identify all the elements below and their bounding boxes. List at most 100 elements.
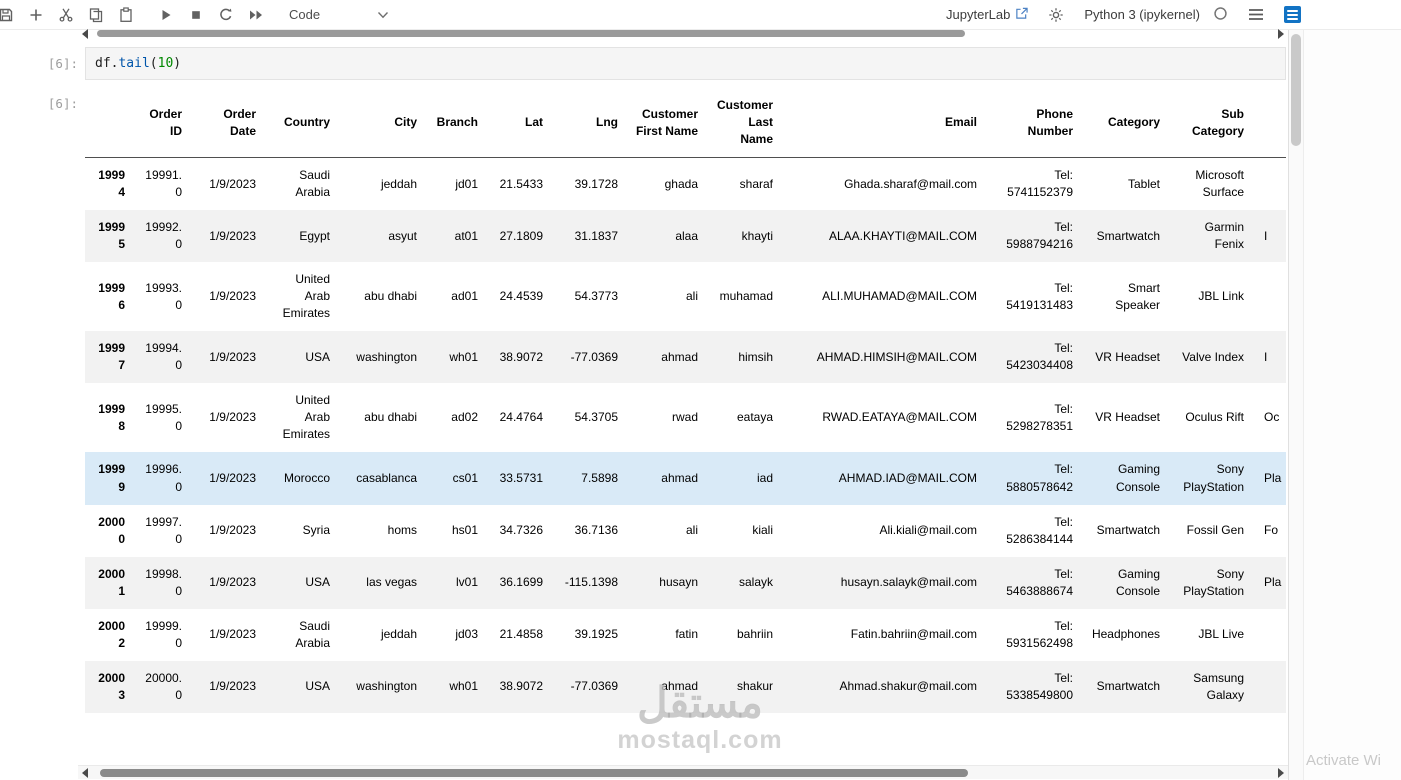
table-cell: Tablet xyxy=(1127,176,1160,191)
code-line: df.tail(10) xyxy=(95,56,181,71)
table-cell: rwad xyxy=(671,410,698,425)
code-token-method: tail xyxy=(118,56,150,71)
column-header: Sub Category xyxy=(1168,88,1252,159)
column-header: Branch xyxy=(425,88,486,159)
vertical-scrollbar[interactable] xyxy=(1289,30,1303,780)
table-cell: Tel: 5741152379 xyxy=(1007,168,1073,200)
cell-type-dropdown[interactable]: Code xyxy=(289,7,389,22)
table-cell: 19995.0 xyxy=(145,401,182,433)
table-cell: alaa xyxy=(675,228,698,243)
table-cell: Tel: 5286384144 xyxy=(1006,514,1073,546)
table-cell: 19996.0 xyxy=(145,462,182,494)
table-cell: Samsung Galaxy xyxy=(1193,670,1244,702)
table-cell: VR Headset xyxy=(1095,410,1160,425)
table-cell: Gaming Console xyxy=(1115,566,1160,598)
code-token-paren: ( xyxy=(149,56,158,71)
plus-icon xyxy=(29,8,43,22)
table-cell: Headphones xyxy=(1091,627,1160,642)
table-cell: muhamad xyxy=(719,289,773,304)
table-cell: ad01 xyxy=(451,289,478,304)
kernel-status-icon[interactable] xyxy=(1213,6,1228,24)
table-cell: ali xyxy=(685,523,698,538)
table-cell: Tel: 5298278351 xyxy=(1006,401,1073,433)
table-row: 19998 19995.0 1/9/2023 United Arab Emirates… xyxy=(85,383,1286,452)
command-palette-list-button[interactable] xyxy=(1241,2,1271,28)
scroll-right-arrow[interactable] xyxy=(1278,768,1284,778)
table-cell: washington xyxy=(356,349,417,364)
table-cell: khayti xyxy=(741,228,773,243)
table-cell: abu dhabi xyxy=(364,289,417,304)
table-cell: Garmin Fenix xyxy=(1204,220,1244,252)
table-cell: ahmad xyxy=(661,349,698,364)
table-cell: Tel: 5463888674 xyxy=(1006,566,1073,598)
settings-gear-button[interactable] xyxy=(1041,2,1071,28)
code-cell-input[interactable]: df.tail(10) xyxy=(85,47,1286,80)
run-icon xyxy=(159,8,173,22)
column-header: Phone Number xyxy=(985,88,1081,159)
table-row: 20000 19997.0 1/9/2023 Syria homs hs01 34.7326… xyxy=(85,505,1286,557)
table-cell xyxy=(1252,609,1286,661)
table-cell: 1/9/2023 xyxy=(209,349,256,364)
table-cell: 54.3705 xyxy=(574,410,618,425)
table-cell: ALI.MUHAMAD@MAIL.COM xyxy=(822,289,977,304)
table-cell: 1/9/2023 xyxy=(209,679,256,694)
restart-kernel-button[interactable] xyxy=(211,2,241,28)
table-cell: I xyxy=(1264,228,1268,243)
horizontal-scrollbar-bottom[interactable] xyxy=(78,765,1288,779)
table-cell: jd01 xyxy=(455,176,478,191)
scroll-right-arrow[interactable] xyxy=(1278,29,1284,39)
restart-run-all-button[interactable] xyxy=(241,2,271,28)
table-cell: wh01 xyxy=(449,679,478,694)
table-cell: United Arab Emirates xyxy=(282,393,330,442)
table-cell: salayk xyxy=(738,575,773,590)
table-cell: Valve Index xyxy=(1182,349,1244,364)
table-cell: -77.0369 xyxy=(570,349,618,364)
copy-icon xyxy=(88,7,104,23)
table-cell: bahriin xyxy=(736,627,773,642)
table-cell: ghada xyxy=(664,176,698,191)
table-cell: 1/9/2023 xyxy=(209,228,256,243)
cut-cells-button[interactable] xyxy=(51,2,81,28)
table-cell: 24.4539 xyxy=(499,289,543,304)
notebook-toc-icon[interactable] xyxy=(1284,6,1301,23)
hscrollbar-thumb-bottom[interactable] xyxy=(100,769,968,777)
vscrollbar-thumb[interactable] xyxy=(1291,34,1301,146)
code-token-object: df xyxy=(95,56,111,71)
table-cell: Fatin.bahriin@mail.com xyxy=(850,627,977,642)
table-cell: Morocco xyxy=(283,470,330,485)
kernel-name[interactable]: Python 3 (ipykernel) xyxy=(1084,7,1200,22)
save-button[interactable] xyxy=(0,2,21,28)
table-cell: husayn xyxy=(659,575,698,590)
row-index-cell: 20002 xyxy=(98,618,125,650)
table-row: 19999 19996.0 1/9/2023 Morocco casablanca cs0… xyxy=(85,452,1286,505)
table-cell: husayn.salayk@mail.com xyxy=(840,575,977,590)
code-token-number: 10 xyxy=(157,56,174,71)
code-token-paren: ) xyxy=(173,56,182,71)
table-cell: 31.1837 xyxy=(574,228,618,243)
table-cell: Tel: 5931562498 xyxy=(1006,618,1073,650)
table-cell: sharaf xyxy=(739,176,773,191)
table-cell: 1/9/2023 xyxy=(209,575,256,590)
table-cell: Oc xyxy=(1264,410,1280,425)
copy-cells-button[interactable] xyxy=(81,2,111,28)
stop-kernel-button[interactable] xyxy=(181,2,211,28)
scroll-left-arrow[interactable] xyxy=(82,768,88,778)
column-header xyxy=(85,88,133,159)
row-index-cell: 19999 xyxy=(98,462,125,494)
watermark-latin-text: mostaql.com xyxy=(617,726,783,755)
jupyterlab-link[interactable]: JupyterLab xyxy=(946,7,1029,23)
paste-icon xyxy=(118,6,134,23)
hscrollbar-thumb-top[interactable] xyxy=(97,30,965,37)
column-header xyxy=(1252,88,1286,159)
row-index-cell: 20001 xyxy=(98,566,125,598)
add-cell-button[interactable] xyxy=(21,2,51,28)
table-cell: abu dhabi xyxy=(364,410,417,425)
run-cell-button[interactable] xyxy=(151,2,181,28)
scroll-left-arrow[interactable] xyxy=(82,29,88,39)
jupyterlab-notebook: { "toolbar": { "cell_type_label": "Code"… xyxy=(0,0,1401,780)
row-index-cell: 19996 xyxy=(98,280,125,312)
horizontal-scrollbar-top[interactable] xyxy=(78,28,1288,40)
paste-cells-button[interactable] xyxy=(111,2,141,28)
table-cell: Gaming Console xyxy=(1115,462,1160,494)
table-cell xyxy=(1252,262,1286,331)
